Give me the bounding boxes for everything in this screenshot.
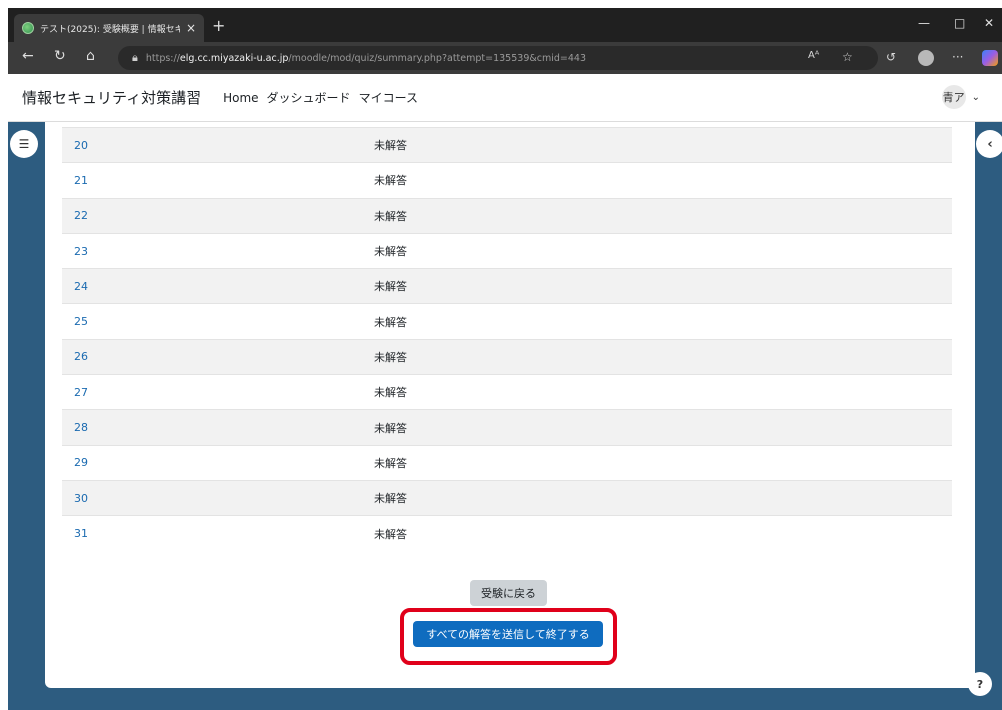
question-number-link[interactable]: 29 (62, 444, 374, 481)
back-icon[interactable]: ← (22, 48, 34, 64)
question-status: 未解答 (374, 374, 952, 410)
copilot-icon[interactable] (982, 50, 998, 66)
return-to-attempt-button[interactable]: 受験に戻る (470, 580, 547, 606)
table-row: 24 未解答 (62, 268, 952, 304)
table-row: 21 未解答 (62, 162, 952, 199)
table-row: 27 未解答 (62, 374, 952, 410)
tab-title: テスト(2025): 受験概要 | 情報セキュ (40, 24, 180, 35)
question-number-link[interactable]: 22 (62, 197, 374, 234)
table-row: 25 未解答 (62, 303, 952, 340)
address-bar-row: ← ↻ ⌂ 🔒︎ https://elg.cc.miyazaki-u.ac.jp… (8, 42, 1002, 74)
extensions-icon[interactable]: ↺ (886, 50, 896, 64)
tab-close-icon[interactable]: × (186, 21, 196, 35)
question-number-link[interactable]: 21 (62, 162, 374, 199)
question-status: 未解答 (374, 232, 952, 269)
user-avatar[interactable]: 青ア (941, 85, 966, 109)
question-number-link[interactable]: 27 (62, 374, 374, 410)
question-status: 未解答 (374, 303, 952, 340)
question-number-link[interactable]: 26 (62, 338, 374, 375)
lock-icon[interactable]: 🔒︎ (132, 51, 138, 65)
question-status: 未解答 (374, 268, 952, 304)
home-icon[interactable]: ⌂ (86, 48, 95, 64)
question-status: 未解答 (374, 515, 952, 552)
user-menu[interactable]: 青ア ⌄ (941, 85, 980, 109)
site-favicon-icon (22, 22, 34, 34)
submit-all-and-finish-button[interactable]: すべての解答を送信して終了する (413, 621, 603, 647)
nav-my-courses[interactable]: マイコース (359, 89, 418, 106)
course-index-toggle-button[interactable]: ☰ (10, 130, 38, 158)
nav-dashboard[interactable]: ダッシュボード (267, 89, 351, 106)
question-status: 未解答 (374, 444, 952, 481)
block-drawer-toggle-button[interactable]: ‹ (976, 130, 1002, 158)
question-number-link[interactable]: 31 (62, 515, 374, 552)
question-number-link[interactable]: 23 (62, 232, 374, 269)
question-number-link[interactable]: 25 (62, 303, 374, 340)
browser-tab[interactable]: テスト(2025): 受験概要 | 情報セキュ × (14, 14, 204, 42)
table-row: 23 未解答 (62, 232, 952, 269)
attempt-summary-table: 20 未解答 21 未解答 22 未解答 23 未解答 24 未解答 25 未解答 26 未解答 27 未解答… (62, 126, 952, 552)
question-number-link[interactable]: 24 (62, 268, 374, 304)
url-text: https://elg.cc.miyazaki-u.ac.jp/moodle/m… (145, 52, 587, 64)
more-options-icon[interactable]: ··· (952, 50, 963, 64)
refresh-icon[interactable]: ↻ (54, 48, 66, 64)
nav-home[interactable]: Home (223, 91, 258, 105)
table-row: 28 未解答 (62, 409, 952, 446)
minimize-icon[interactable]: — (918, 16, 930, 30)
question-status: 未解答 (374, 197, 952, 234)
table-row: 30 未解答 (62, 479, 952, 516)
question-status: 未解答 (374, 409, 952, 446)
question-status: 未解答 (374, 162, 952, 199)
help-button[interactable]: ? (968, 672, 992, 696)
question-number-link[interactable]: 28 (62, 409, 374, 446)
question-number-link[interactable]: 30 (62, 479, 374, 516)
maximize-icon[interactable]: □ (954, 16, 965, 30)
table-row: 20 未解答 (62, 126, 952, 163)
table-row: 29 未解答 (62, 444, 952, 481)
favorite-star-icon[interactable]: ☆ (842, 50, 853, 64)
chevron-left-icon: ‹ (987, 136, 993, 152)
table-row: 31 未解答 (62, 515, 952, 552)
chevron-down-icon[interactable]: ⌄ (972, 92, 980, 103)
browser-window: テスト(2025): 受験概要 | 情報セキュ × + — □ ✕ ← ↻ ⌂ … (8, 8, 1002, 710)
profile-icon[interactable] (918, 50, 934, 66)
window-close-icon[interactable]: ✕ (984, 16, 994, 30)
moodle-page: 情報セキュリティ対策講習 Home ダッシュボード マイコース 青ア ⌄ ☰ ‹… (8, 74, 1002, 710)
list-icon: ☰ (18, 137, 30, 151)
tab-strip: テスト(2025): 受験概要 | 情報セキュ × + — □ ✕ (8, 8, 1002, 42)
table-row: 26 未解答 (62, 338, 952, 375)
question-status: 未解答 (374, 126, 952, 163)
question-number-link[interactable]: 20 (62, 126, 374, 163)
question-status: 未解答 (374, 479, 952, 516)
address-bar[interactable]: 🔒︎ https://elg.cc.miyazaki-u.ac.jp/moodl… (118, 46, 878, 70)
main-content-card: 20 未解答 21 未解答 22 未解答 23 未解答 24 未解答 25 未解答 26 未解答 27 未解答… (45, 122, 975, 688)
table-row: 22 未解答 (62, 197, 952, 234)
read-aloud-icon[interactable]: Aᴬ (808, 50, 819, 61)
question-status: 未解答 (374, 338, 952, 375)
new-tab-button[interactable]: + (212, 16, 225, 35)
site-name[interactable]: 情報セキュリティ対策講習 (22, 87, 201, 108)
site-navbar: 情報セキュリティ対策講習 Home ダッシュボード マイコース 青ア ⌄ (8, 74, 1002, 122)
